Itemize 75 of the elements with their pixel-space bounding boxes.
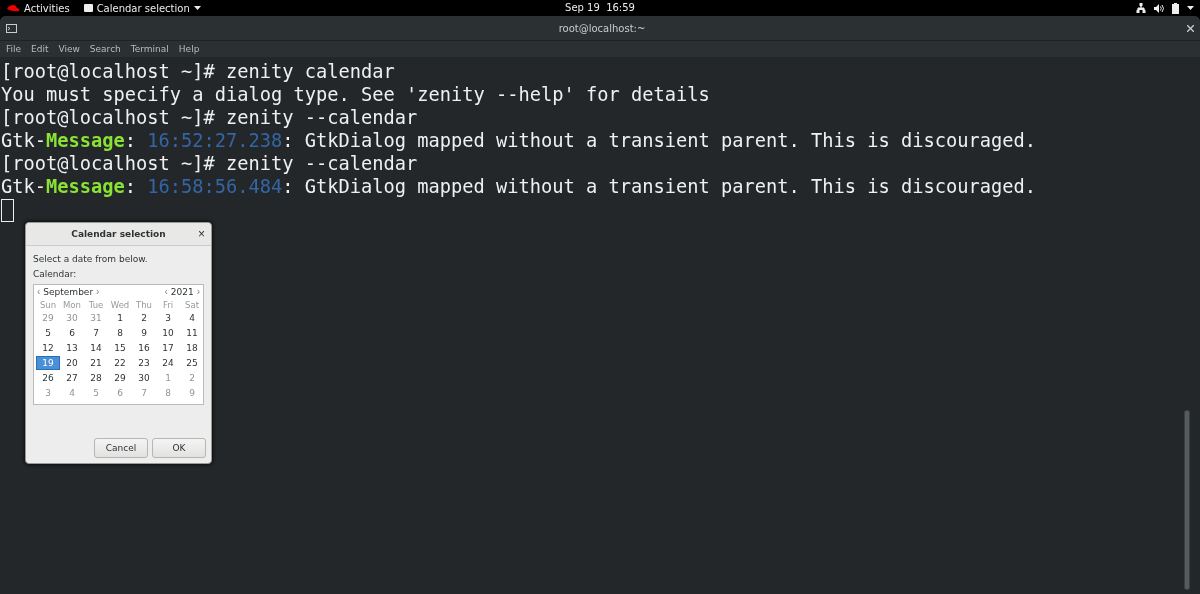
calendar-day[interactable]: 20	[60, 356, 84, 370]
cancel-button[interactable]: Cancel	[94, 438, 148, 458]
close-icon[interactable]	[1187, 24, 1194, 32]
calendar-day[interactable]: 21	[84, 356, 108, 370]
volume-icon[interactable]	[1154, 3, 1164, 13]
calendar-day[interactable]: 27	[60, 371, 84, 385]
calendar-day[interactable]: 23	[132, 356, 156, 370]
calendar-day[interactable]: 13	[60, 341, 84, 355]
next-month-button[interactable]: ›	[95, 287, 101, 297]
hat-icon	[6, 4, 20, 12]
calendar-label: Calendar:	[33, 269, 78, 279]
calendar-day[interactable]: 24	[156, 356, 180, 370]
calendar-day[interactable]: 14	[84, 341, 108, 355]
terminal-line: [root@localhost ~]# zenity calendar	[1, 60, 396, 83]
calendar-day[interactable]: 16	[132, 341, 156, 355]
weekday-label: Sat	[184, 300, 200, 310]
caret-icon	[193, 6, 201, 10]
year-label: 2021	[170, 287, 194, 297]
month-label: September	[43, 287, 94, 297]
calendar-day[interactable]: 1	[108, 311, 132, 325]
weekday-label: Sun	[38, 300, 58, 310]
terminal-line: Gtk-Message: 16:52:27.238: GtkDialog mapped without a transient parent. This is discouraged.	[1, 129, 1038, 152]
calendar-day[interactable]: 25	[180, 356, 204, 370]
activities-button[interactable]: Activities	[6, 2, 70, 14]
calendar-day[interactable]: 11	[180, 326, 204, 340]
caret-icon[interactable]	[1187, 6, 1194, 10]
close-button[interactable]: ×	[198, 227, 205, 241]
terminal-line: Gtk-Message: 16:58:56.484: GtkDialog mapped without a transient parent. This is discouraged.	[1, 175, 1038, 198]
calendar-day[interactable]: 22	[108, 356, 132, 370]
network-icon[interactable]	[1136, 3, 1146, 13]
calendar-day[interactable]: 8	[108, 326, 132, 340]
menu-item[interactable]: Edit	[31, 44, 49, 54]
calendar-day[interactable]: 17	[156, 341, 180, 355]
calendar-day[interactable]: 12	[36, 341, 60, 355]
terminal-icon[interactable]	[6, 23, 17, 33]
prev-year-button[interactable]: ‹	[163, 287, 169, 297]
calendar-day[interactable]: 7	[84, 326, 108, 340]
calendar-day[interactable]: 2	[132, 311, 156, 325]
weekday-label: Fri	[161, 300, 175, 310]
cursor	[1, 199, 14, 222]
calendar-day[interactable]: 18	[180, 341, 204, 355]
weekday-label: Tue	[87, 300, 105, 310]
calendar-day[interactable]: 29	[108, 371, 132, 385]
calendar-day[interactable]: 28	[84, 371, 108, 385]
terminal-line: [root@localhost ~]# zenity --calendar	[1, 152, 419, 175]
menu-item[interactable]: Terminal	[130, 44, 169, 54]
dialog-title: Calendar selection	[71, 229, 166, 239]
calendar-day[interactable]: 15	[108, 341, 132, 355]
weekday-label: Mon	[62, 300, 82, 310]
ok-button[interactable]: OK	[152, 438, 206, 458]
scrollbar[interactable]	[1184, 410, 1190, 590]
calendar-day[interactable]: 3	[156, 311, 180, 325]
menu-item[interactable]: Search	[89, 44, 121, 54]
calendar-day[interactable]: 30	[132, 371, 156, 385]
calendar-day[interactable]: 5	[36, 326, 60, 340]
app-menu[interactable]: Calendar selection	[83, 2, 201, 14]
calendar-day[interactable]: 26	[36, 371, 60, 385]
calendar-day[interactable]: 6	[60, 326, 84, 340]
prev-month-button[interactable]: ‹	[36, 287, 42, 297]
clock[interactable]: Sep 19 16:59	[565, 2, 635, 13]
menu-item[interactable]: File	[6, 44, 22, 54]
prompt-text: Select a date from below.	[33, 254, 149, 264]
menu-item[interactable]: Help	[178, 44, 200, 54]
terminal-line: [root@localhost ~]# zenity --calendar	[1, 106, 419, 129]
window-icon	[83, 4, 93, 12]
calendar-day[interactable]: 10	[156, 326, 180, 340]
weekday-label: Wed	[109, 300, 131, 310]
window-title: root@localhost:~	[557, 22, 647, 34]
battery-icon[interactable]	[1172, 2, 1179, 14]
calendar-day[interactable]: 9	[132, 326, 156, 340]
calendar-day[interactable]: 4	[180, 311, 204, 325]
weekday-label: Thu	[135, 300, 153, 310]
terminal-line: You must specify a dialog type. See 'zenity --help' for details	[1, 83, 711, 106]
menu-item[interactable]: View	[58, 44, 80, 54]
next-year-button[interactable]: ›	[195, 287, 201, 297]
